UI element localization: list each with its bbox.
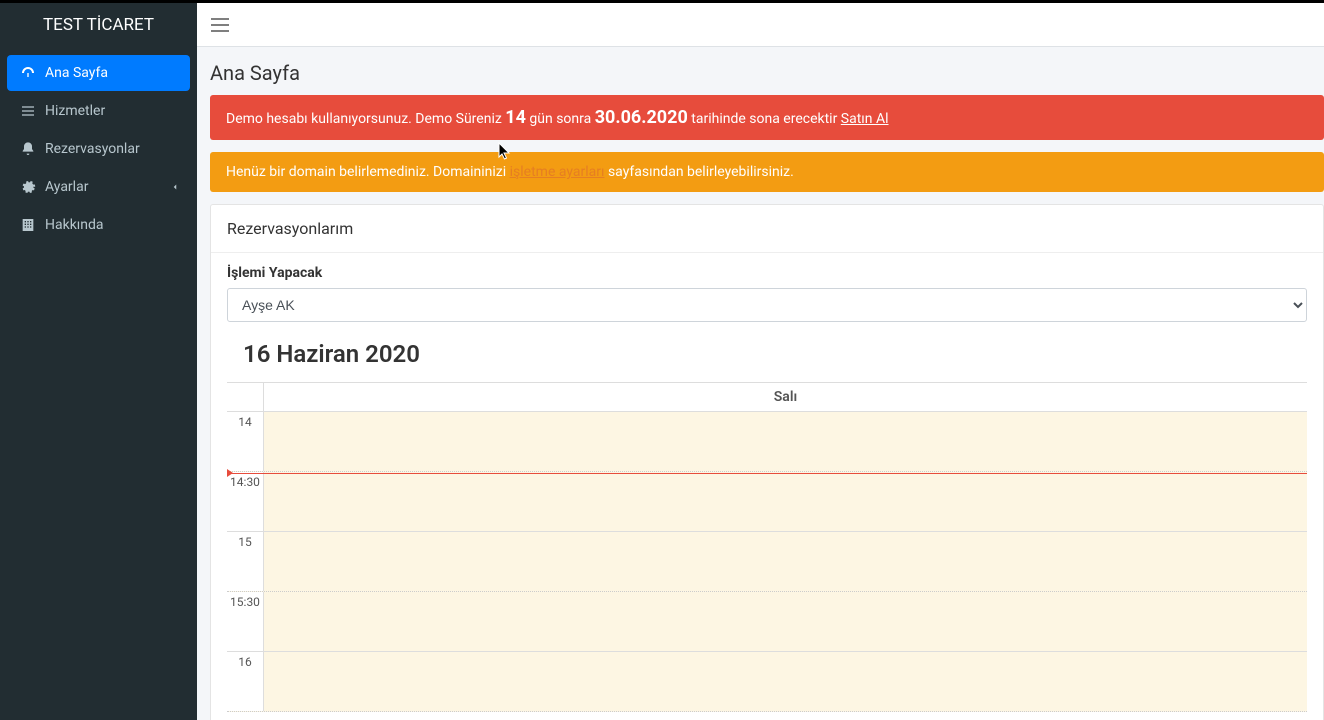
card-title: Rezervasyonlarım xyxy=(211,205,1323,253)
time-col-head xyxy=(227,383,264,411)
domain-alert: Henüz bir domain belirlemediniz. Domaini… xyxy=(210,152,1324,192)
now-indicator xyxy=(227,473,1307,474)
sidebar-item-reservations[interactable]: Rezervasyonlar xyxy=(7,131,190,167)
sidebar-item-label: Ana Sayfa xyxy=(45,65,108,81)
gear-icon xyxy=(19,178,37,196)
chevron-left-icon xyxy=(170,182,180,192)
sidebar-item-about[interactable]: Hakkında xyxy=(7,207,190,243)
time-label: 16 xyxy=(227,652,264,711)
time-slot[interactable] xyxy=(264,652,1307,711)
calendar: Salı 14 14:30 xyxy=(227,382,1307,712)
alert-text: gün sonra xyxy=(529,111,594,127)
alert-text: tarihinde sona erecektir xyxy=(691,111,841,127)
sidebar-item-label: Hizmetler xyxy=(45,103,105,119)
sidebar-item-label: Ayarlar xyxy=(45,179,88,195)
buy-link[interactable]: Satın Al xyxy=(841,111,889,127)
sidebar: TEST TİCARET Ana Sayfa Hizmetler Rezerva… xyxy=(0,3,197,720)
calendar-date-title: 16 Haziran 2020 xyxy=(227,322,1307,382)
day-label: Salı xyxy=(264,383,1307,411)
time-slot[interactable] xyxy=(264,472,1307,531)
time-slot[interactable] xyxy=(264,592,1307,651)
sidebar-item-label: Rezervasyonlar xyxy=(45,141,140,157)
time-label: 15 xyxy=(227,532,264,591)
hamburger-icon[interactable] xyxy=(211,18,229,32)
calendar-body: 14 14:30 15 xyxy=(227,412,1307,712)
operator-label: İşlemi Yapacak xyxy=(227,265,1307,281)
sidebar-item-label: Hakkında xyxy=(45,217,104,233)
list-icon xyxy=(19,102,37,120)
sidebar-item-services[interactable]: Hizmetler xyxy=(7,93,190,129)
time-label: 15:30 xyxy=(227,592,264,651)
alert-date: 30.06.2020 xyxy=(595,107,688,128)
building-icon xyxy=(19,216,37,234)
sidebar-item-settings[interactable]: Ayarlar xyxy=(7,169,190,205)
content: Demo hesabı kullanıyorsunuz. Demo Süreni… xyxy=(197,95,1324,720)
time-slot[interactable] xyxy=(264,532,1307,591)
time-row[interactable]: 14:30 xyxy=(227,472,1307,532)
sidebar-menu: Ana Sayfa Hizmetler Rezervasyonlar Ayarl… xyxy=(0,47,197,253)
main-area: Ana Sayfa Demo hesabı kullanıyorsunuz. D… xyxy=(197,3,1324,720)
main-header xyxy=(197,3,1324,47)
sidebar-item-home[interactable]: Ana Sayfa xyxy=(7,55,190,91)
bell-icon xyxy=(19,140,37,158)
alert-text: Henüz bir domain belirlemediniz. Domaini… xyxy=(226,164,510,180)
card-body: İşlemi Yapacak Ayşe AK 16 Haziran 2020 S… xyxy=(211,253,1323,720)
operator-select[interactable]: Ayşe AK xyxy=(227,288,1307,322)
time-label: 14 xyxy=(227,412,264,471)
brand-title: TEST TİCARET xyxy=(0,3,197,47)
page-title: Ana Sayfa xyxy=(197,47,1324,95)
time-row[interactable]: 15:30 xyxy=(227,592,1307,652)
alert-text: Demo hesabı kullanıyorsunuz. Demo Süreni… xyxy=(226,111,505,127)
settings-link[interactable]: işletme ayarları xyxy=(510,164,605,180)
time-row[interactable]: 15 xyxy=(227,532,1307,592)
time-row[interactable]: 14 xyxy=(227,412,1307,472)
alert-text: sayfasından belirleyebilirsiniz. xyxy=(608,164,794,180)
dashboard-icon xyxy=(19,64,37,82)
time-label: 14:30 xyxy=(227,472,264,531)
alert-days: 14 xyxy=(505,107,526,128)
time-slot[interactable] xyxy=(264,412,1307,471)
reservations-card: Rezervasyonlarım İşlemi Yapacak Ayşe AK … xyxy=(210,204,1324,720)
time-row[interactable]: 16 xyxy=(227,652,1307,712)
demo-alert: Demo hesabı kullanıyorsunuz. Demo Süreni… xyxy=(210,95,1324,140)
calendar-day-header: Salı xyxy=(227,383,1307,412)
